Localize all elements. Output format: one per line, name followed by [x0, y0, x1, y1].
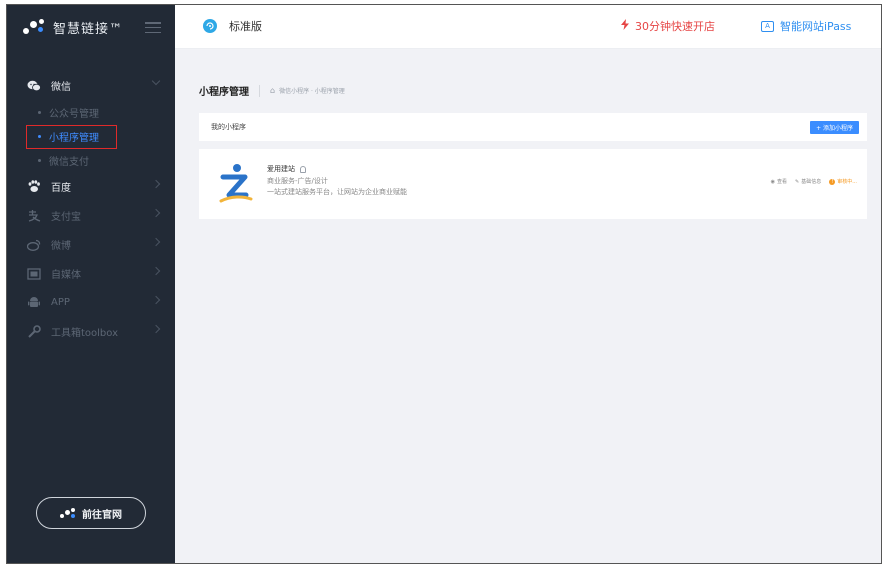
chevron-right-icon	[151, 295, 161, 305]
sidebar-item-label: 百度	[51, 183, 71, 194]
card-actions: ◉ 查看 ✎ 基础信息 ! 审核中...	[763, 178, 857, 185]
sidebar-subitem-miniprogram[interactable]: 小程序管理	[7, 124, 175, 149]
home-icon[interactable]: ⌂	[270, 86, 275, 95]
breadcrumb-text[interactable]: 微信小程序 · 小程序管理	[279, 86, 345, 95]
wrench-icon	[27, 325, 41, 339]
bullet-icon	[38, 134, 41, 138]
miniprogram-name-text: 爱用建站	[267, 165, 295, 173]
sidebar-item-label: 微博	[51, 241, 71, 252]
goto-website-button[interactable]: 前往官网	[36, 497, 146, 529]
chevron-right-icon	[151, 266, 161, 276]
view-button[interactable]: ◉ 查看	[770, 178, 787, 186]
sidebar-item-label: 支付宝	[51, 212, 81, 223]
sidebar-item-weibo[interactable]: 微博	[7, 230, 175, 259]
sidebar-item-alipay[interactable]: 支付宝	[7, 201, 175, 230]
chevron-right-icon	[151, 237, 161, 247]
page-header: 小程序管理 ⌂ 微信小程序 · 小程序管理	[199, 83, 345, 98]
sidebar-subitem-label: 小程序管理	[49, 132, 99, 144]
chevron-right-icon	[151, 179, 161, 189]
sidebar-subitem-official-account[interactable]: 公众号管理	[7, 100, 175, 124]
divider	[259, 84, 260, 97]
user-icon	[300, 165, 306, 173]
eye-icon: ◉	[770, 178, 775, 185]
app-window: 智慧链接™ 微信 公众号管理 小程序管理 微信支付 百度 支付宝 微博 自媒体 …	[6, 4, 882, 564]
quick-open-store-link[interactable]: 30分钟快速开店	[621, 18, 715, 34]
wechat-icon	[27, 79, 41, 93]
view-label: 查看	[776, 179, 787, 185]
chevron-down-icon	[151, 76, 161, 86]
chevron-right-icon	[151, 324, 161, 334]
sidebar-item-toolbox[interactable]: 工具箱toolbox	[7, 317, 175, 346]
miniprogram-logo	[215, 161, 255, 205]
chevron-right-icon	[151, 208, 161, 218]
breadcrumb: ⌂ 微信小程序 · 小程序管理	[270, 86, 345, 95]
sidebar-nav: 微信 公众号管理 小程序管理 微信支付 百度 支付宝 微博 自媒体 APP 工具…	[7, 71, 175, 346]
miniprogram-category: 商业服务-广告/设计	[267, 177, 328, 185]
ipass-link[interactable]: A 智能网站iPass	[761, 18, 851, 34]
miniprogram-panel-header: 我的小程序 + 添加小程序	[199, 113, 867, 141]
sidebar-item-self-media[interactable]: 自媒体	[7, 259, 175, 288]
baidu-paw-icon	[27, 180, 41, 194]
ipass-icon: A	[761, 20, 774, 32]
sidebar: 智慧链接™ 微信 公众号管理 小程序管理 微信支付 百度 支付宝 微博 自媒体 …	[7, 5, 175, 563]
network-logo-icon	[23, 19, 45, 35]
sidebar-item-label: 自媒体	[51, 270, 81, 281]
sidebar-subitem-wechat-pay[interactable]: 微信支付	[7, 148, 175, 172]
top-bar: 标准版 30分钟快速开店 A 智能网站iPass	[175, 5, 881, 49]
brand-name: 智慧链接™	[53, 21, 124, 37]
edition-label: 标准版	[229, 20, 262, 33]
sidebar-item-label: 微信	[51, 82, 71, 93]
alipay-icon	[27, 209, 41, 223]
panel-title: 我的小程序	[211, 123, 246, 131]
sidebar-subitem-label: 微信支付	[49, 156, 89, 168]
warning-icon: !	[829, 178, 836, 185]
add-miniprogram-button[interactable]: + 添加小程序	[810, 121, 859, 134]
bullet-icon	[38, 110, 41, 114]
sidebar-item-label: 工具箱toolbox	[51, 328, 119, 339]
goto-website-label: 前往官网	[82, 509, 122, 521]
miniprogram-name: 爱用建站	[267, 164, 306, 174]
network-logo-icon	[60, 507, 76, 519]
lightning-icon	[621, 19, 629, 33]
android-icon	[27, 296, 41, 310]
main-content: 小程序管理 ⌂ 微信小程序 · 小程序管理 我的小程序 + 添加小程序 爱用建站	[175, 49, 881, 563]
basic-info-button[interactable]: ✎ 基础信息	[795, 178, 822, 186]
sidebar-item-baidu[interactable]: 百度	[7, 172, 175, 201]
basic-info-label: 基础信息	[801, 179, 822, 185]
sidebar-item-wechat[interactable]: 微信	[7, 71, 175, 100]
edition-badge: 标准版	[203, 18, 262, 34]
edit-icon: ✎	[795, 178, 800, 185]
ipass-label: 智能网站iPass	[780, 20, 852, 33]
media-icon	[27, 267, 41, 281]
edition-icon	[203, 19, 217, 33]
sidebar-subitem-label: 公众号管理	[49, 108, 99, 120]
bullet-icon	[38, 158, 41, 162]
menu-toggle-icon[interactable]	[145, 22, 161, 33]
miniprogram-description: 一站式建站服务平台，让网站为企业商业赋能	[267, 188, 407, 196]
sidebar-item-app[interactable]: APP	[7, 288, 175, 317]
status-label: 审核中...	[837, 179, 857, 185]
review-status: ! 审核中...	[829, 178, 857, 185]
sidebar-item-label: APP	[51, 297, 70, 308]
brand[interactable]: 智慧链接™	[7, 5, 175, 49]
weibo-icon	[27, 238, 41, 252]
page-title: 小程序管理	[199, 87, 249, 98]
miniprogram-card[interactable]: 爱用建站 商业服务-广告/设计 一站式建站服务平台，让网站为企业商业赋能 ◉ 查看…	[199, 149, 867, 219]
quick-open-label: 30分钟快速开店	[635, 20, 715, 33]
